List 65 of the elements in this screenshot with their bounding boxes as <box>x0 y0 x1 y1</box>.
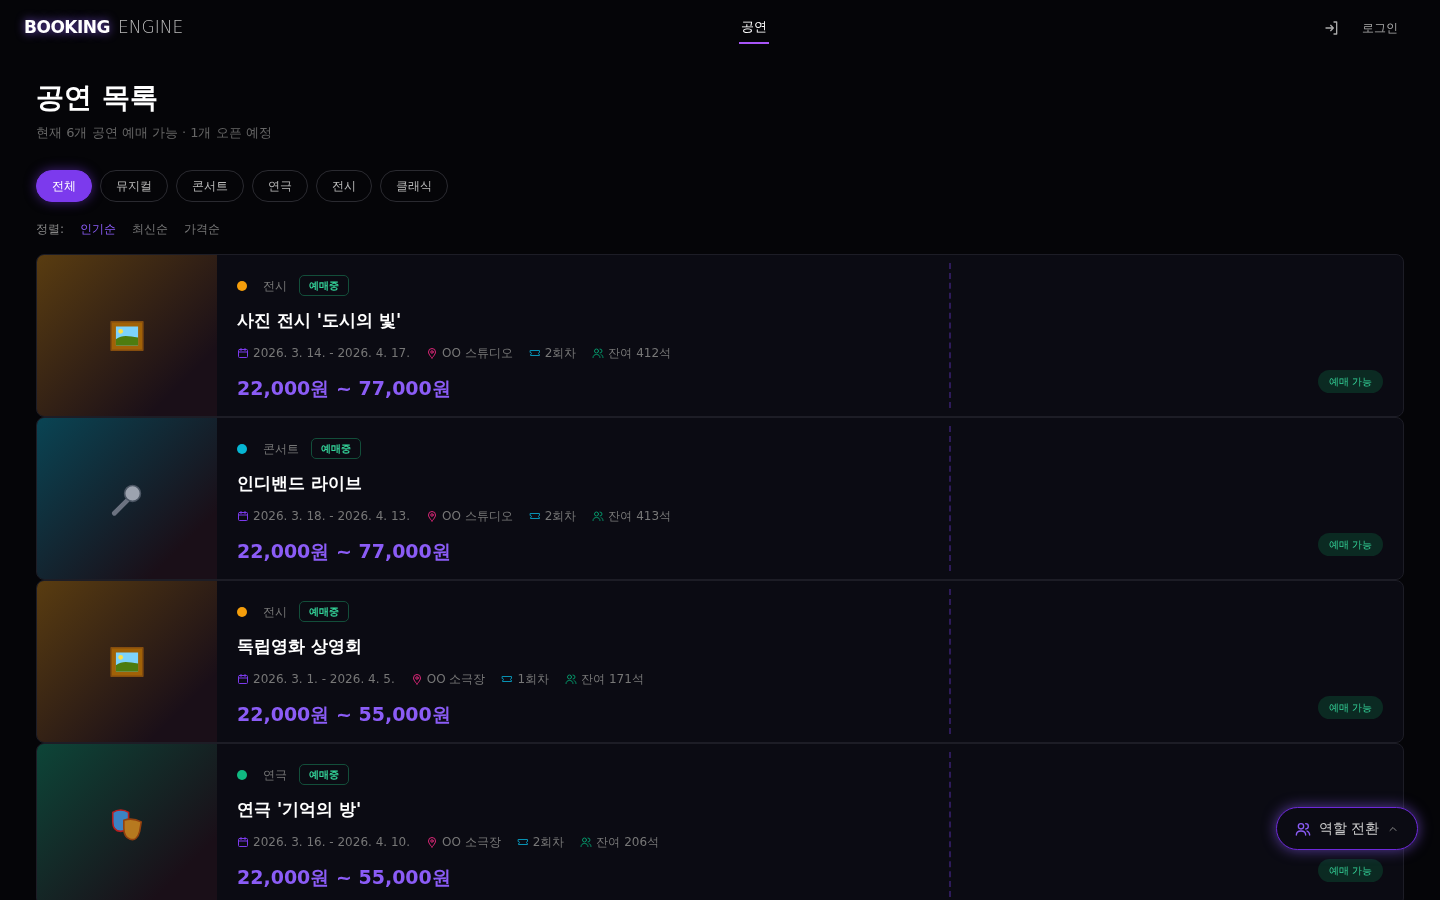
show-sessions: 2회차 <box>532 833 565 851</box>
filter-chip[interactable]: 전체 <box>36 170 92 203</box>
show-price: 22,000원 ~ 55,000원 <box>237 864 452 890</box>
location-pin-icon <box>426 346 438 359</box>
show-dates: 2026. 3. 14. - 2026. 4. 17. <box>253 344 410 362</box>
availability-badge: 예매 가능 <box>1317 370 1383 394</box>
location-pin-icon <box>426 509 438 522</box>
people-icon <box>580 835 593 848</box>
show-card[interactable]: 콘서트 예매중 인디밴드 라이브 2026. 3. 18. - 2026. 4. 13. OO 스튜디오 2회차 잔여 413석 22,000원 ~ 77,000원 예매 가능 <box>36 417 1404 581</box>
show-sessions: 2회차 <box>544 344 577 362</box>
status-badge: 예매중 <box>311 438 361 460</box>
sort-option[interactable]: 가격순 <box>184 220 221 239</box>
show-remaining: 잔여 171석 <box>581 670 644 688</box>
brand-logo-text: ENGINE <box>118 15 184 39</box>
show-dates: 2026. 3. 18. - 2026. 4. 13. <box>253 507 410 525</box>
sort-option[interactable]: 인기순 <box>80 220 117 239</box>
sort-option[interactable]: 최신순 <box>132 220 169 239</box>
availability-badge: 예매 가능 <box>1317 533 1383 557</box>
calendar-icon <box>237 835 249 848</box>
people-icon <box>592 346 605 359</box>
status-badge: 예매중 <box>299 764 349 786</box>
calendar-icon <box>237 346 249 359</box>
show-card[interactable]: 전시 예매중 독립영화 상영회 2026. 3. 1. - 2026. 4. 5. OO 소극장 1회차 잔여 171석 22,000원 ~ 55,000원 예매 가능 <box>36 580 1404 744</box>
people-icon <box>565 672 578 685</box>
login-icon <box>1324 19 1340 36</box>
status-badge: 예매중 <box>299 275 349 297</box>
calendar-icon <box>237 672 249 685</box>
availability-badge: 예매 가능 <box>1317 859 1383 883</box>
show-price: 22,000원 ~ 77,000원 <box>237 375 452 401</box>
show-venue: OO 스튜디오 <box>442 507 513 525</box>
show-remaining: 잔여 206석 <box>596 833 660 851</box>
show-venue: OO 스튜디오 <box>442 344 513 362</box>
page-summary: 현재 6개 공연 예매 가능 · 1개 오픈 예정 <box>36 123 273 142</box>
show-venue: OO 소극장 <box>426 670 486 688</box>
show-dates: 2026. 3. 16. - 2026. 4. 10. <box>253 833 410 851</box>
availability-badge: 예매 가능 <box>1317 696 1383 720</box>
show-remaining: 잔여 413석 <box>608 507 672 525</box>
category-label: 콘서트 <box>263 440 299 458</box>
show-remaining: 잔여 412석 <box>608 344 672 362</box>
people-icon <box>1294 820 1311 837</box>
page-title: 공연 목록 <box>36 81 159 115</box>
status-badge: 예매중 <box>299 601 349 623</box>
login-link[interactable]: 로그인 <box>1356 17 1404 38</box>
show-price: 22,000원 ~ 77,000원 <box>237 538 452 564</box>
calendar-icon <box>237 509 249 522</box>
show-card[interactable]: 전시 예매중 사진 전시 '도시의 빛' 2026. 3. 14. - 2026. 4. 17. OO 스튜디오 2회차 잔여 412석 22,000원 ~ 77,000원 예매 가능 <box>36 254 1404 418</box>
location-pin-icon <box>410 672 423 685</box>
show-price: 22,000원 ~ 55,000원 <box>237 701 452 727</box>
show-title: 연극 '기억의 방' <box>237 798 363 822</box>
brand-logo[interactable]: BOOKING <box>24 14 111 41</box>
category-label: 전시 <box>263 277 287 295</box>
nav-link[interactable]: 공연 <box>738 10 769 45</box>
category-label: 전시 <box>263 603 287 621</box>
people-icon <box>592 509 605 522</box>
sort-label: 정렬: <box>36 221 65 239</box>
role-switch-button[interactable]: 역할 전환 <box>1275 807 1418 850</box>
show-title: 사진 전시 '도시의 빛' <box>237 309 403 333</box>
show-dates: 2026. 3. 1. - 2026. 4. 5. <box>253 670 395 688</box>
category-label: 연극 <box>263 766 287 784</box>
show-title: 인디밴드 라이브 <box>237 472 363 496</box>
show-sessions: 1회차 <box>517 670 550 688</box>
show-title: 독립영화 상영회 <box>237 635 363 659</box>
show-venue: OO 소극장 <box>442 833 501 851</box>
show-sessions: 2회차 <box>544 507 577 525</box>
location-pin-icon <box>426 835 438 848</box>
